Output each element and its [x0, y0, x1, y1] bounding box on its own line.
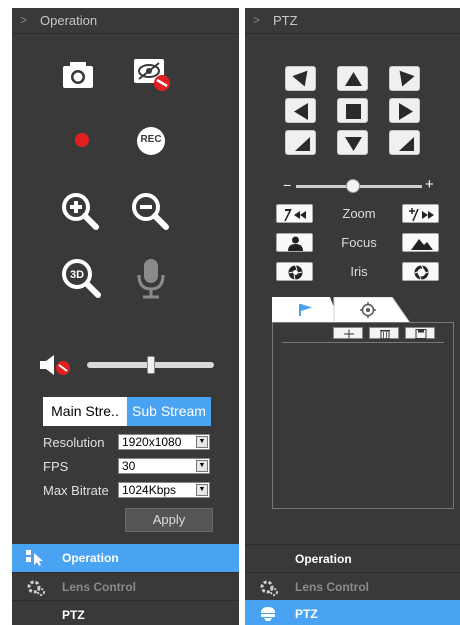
chevron-down-icon: ▼	[196, 436, 208, 448]
arrow-left-icon	[294, 103, 308, 120]
nav-item-ptz[interactable]: PTZ	[12, 600, 239, 625]
nav-label: Operation	[62, 551, 119, 565]
ptz-up-right-button[interactable]	[389, 66, 420, 91]
mute-icon[interactable]	[39, 354, 73, 376]
focus-far-button[interactable]	[402, 233, 439, 252]
svg-text:3D: 3D	[70, 269, 84, 281]
nav-label: PTZ	[295, 607, 318, 621]
operation-panel-header[interactable]: > Operation	[12, 8, 239, 34]
snapshot-icon[interactable]	[60, 58, 96, 92]
ptz-up-left-button[interactable]	[285, 66, 316, 91]
gear-icon	[27, 580, 45, 596]
stop-icon	[346, 104, 361, 119]
nav-item-ptz[interactable]: PTZ	[245, 600, 460, 625]
ptz-panel-title: PTZ	[273, 13, 298, 28]
nav-item-lens-control[interactable]: Lens Control	[245, 572, 460, 600]
microphone-icon[interactable]	[136, 257, 166, 301]
zoom-wide-icon	[284, 208, 306, 222]
arrow-right-icon	[399, 103, 413, 120]
zoom-in-icon[interactable]	[60, 191, 102, 233]
arrow-up-right-icon	[399, 70, 415, 87]
resolution-select[interactable]: 1920x1080 ▼	[118, 434, 210, 450]
operation-icon	[26, 550, 43, 566]
sub-stream-tab[interactable]: Sub Stream	[127, 397, 211, 426]
arrow-down-right-icon	[399, 137, 414, 151]
nav-label: Operation	[295, 552, 352, 566]
ptz-left-button[interactable]	[285, 98, 316, 123]
preset-tour-tabs	[272, 297, 411, 323]
arrow-up-left-icon	[292, 70, 308, 87]
ptz-up-button[interactable]	[337, 66, 368, 91]
chevron-right-icon: >	[20, 13, 28, 27]
iris-open-button[interactable]	[402, 262, 439, 281]
focus-label: Focus	[341, 235, 377, 250]
iris-close-button[interactable]	[276, 262, 313, 281]
mountain-icon	[411, 239, 433, 250]
ptz-down-right-button[interactable]	[389, 130, 420, 155]
apply-button[interactable]: Apply	[125, 508, 213, 532]
ptz-down-left-button[interactable]	[285, 130, 316, 155]
fps-select[interactable]: 30 ▼	[118, 458, 210, 474]
zoom-wide-button[interactable]	[276, 204, 313, 223]
speed-minus-icon[interactable]: −	[283, 177, 291, 193]
flag-icon	[299, 304, 312, 316]
speed-slider-thumb[interactable]	[345, 179, 360, 193]
nav-item-lens-control[interactable]: Lens Control	[12, 572, 239, 600]
iris-close-icon	[288, 265, 303, 280]
add-preset-button[interactable]	[333, 327, 363, 339]
save-preset-button[interactable]	[405, 327, 435, 339]
zoom-out-icon[interactable]	[130, 191, 172, 233]
person-icon	[288, 236, 303, 251]
tour-icon	[360, 302, 376, 318]
operation-panel: > Operation REC 3D Main Stre.. Sub Strea…	[12, 8, 239, 625]
nav-item-operation[interactable]: Operation	[12, 544, 239, 572]
ptz-panel: > PTZ − + Zoom Focus Iris Operation Lens…	[245, 8, 460, 625]
delete-preset-button[interactable]	[369, 327, 399, 340]
record-indicator-icon	[75, 133, 89, 147]
resolution-label: Resolution	[43, 435, 105, 450]
max-bitrate-value: 1024Kbps	[122, 483, 177, 497]
chevron-down-icon: ▼	[196, 484, 208, 496]
fps-value: 30	[122, 459, 136, 473]
ptz-stop-button[interactable]	[337, 98, 368, 123]
volume-slider-thumb[interactable]	[146, 356, 155, 374]
nav-label: PTZ	[62, 608, 85, 622]
speed-plus-icon[interactable]: +	[425, 176, 434, 193]
preset-list[interactable]	[272, 322, 454, 509]
operation-panel-title: Operation	[40, 13, 98, 28]
add-icon	[344, 329, 354, 339]
iris-label: Iris	[350, 264, 368, 279]
fps-label: FPS	[43, 459, 69, 474]
arrow-down-left-icon	[295, 137, 310, 151]
delete-icon	[380, 330, 390, 340]
nav-label: Lens Control	[295, 580, 369, 594]
rec-label: REC	[140, 134, 162, 145]
zoom-tele-button[interactable]	[402, 204, 439, 223]
ptz-panel-header[interactable]: > PTZ	[245, 8, 460, 34]
preset-list-divider	[282, 342, 444, 343]
zoom-tele-icon	[409, 208, 434, 222]
zoom-label: Zoom	[342, 206, 376, 221]
chevron-down-icon: ▼	[196, 460, 208, 472]
max-bitrate-select[interactable]: 1024Kbps ▼	[118, 482, 210, 498]
chevron-right-icon: >	[253, 13, 261, 27]
ptz-down-button[interactable]	[337, 130, 368, 155]
nav-label: Lens Control	[62, 580, 136, 594]
privacy-mask-icon[interactable]	[130, 55, 174, 93]
save-icon	[415, 329, 427, 339]
ptz-right-button[interactable]	[389, 98, 420, 123]
arrow-up-icon	[345, 72, 362, 86]
resolution-value: 1920x1080	[122, 435, 182, 449]
focus-near-button[interactable]	[276, 233, 313, 252]
gear-icon	[260, 580, 278, 596]
max-bitrate-label: Max Bitrate	[43, 483, 109, 498]
3d-zoom-icon[interactable]: 3D	[60, 257, 104, 301]
main-stream-tab[interactable]: Main Stre..	[43, 397, 127, 426]
arrow-down-icon	[345, 137, 362, 151]
ptz-camera-icon	[261, 607, 275, 621]
nav-item-operation[interactable]: Operation	[245, 544, 460, 572]
iris-open-icon	[414, 265, 429, 280]
